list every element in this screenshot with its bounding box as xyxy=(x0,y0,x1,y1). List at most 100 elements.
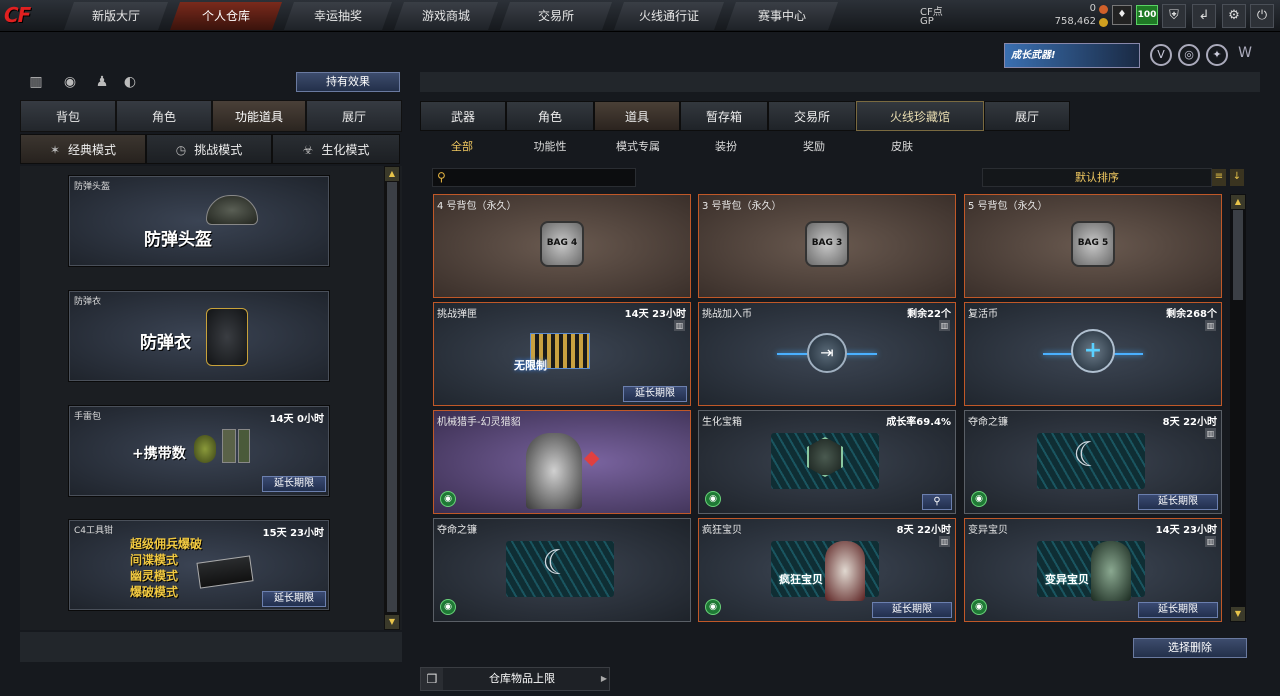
item-card[interactable]: 生化宝箱 成长率69.4% ◉ ⚲ xyxy=(698,410,956,514)
scrollbar-thumb[interactable] xyxy=(1233,210,1243,300)
extend-button[interactable]: 延长期限 xyxy=(1138,602,1218,618)
eye-toggle-icon[interactable]: ◉ xyxy=(440,599,456,615)
item-card[interactable]: 3 号背包（永久） BAG 3 xyxy=(698,194,956,298)
nav-tab-warehouse[interactable]: 个人仓库 xyxy=(170,2,282,30)
trash-icon[interactable]: ▥ xyxy=(939,320,950,331)
item-card-c4-pliers[interactable]: C4工具钳 15天 23小时 超级佣兵爆破 间谍模式 幽灵模式 爆破模式 延长期… xyxy=(69,520,329,610)
growth-weapon-banner[interactable]: 成长武器! xyxy=(1004,43,1140,68)
nav-tab-exchange[interactable]: 交易所 xyxy=(500,2,612,30)
gear-icon[interactable]: ⚙ xyxy=(1222,4,1246,28)
scroll-down-icon[interactable]: ▼ xyxy=(385,615,399,629)
item-card[interactable]: 变异宝贝 14天 23小时 ▥ 变异宝贝 ◉ 延长期限 xyxy=(964,518,1222,622)
right-tab-storage[interactable]: 暂存箱 xyxy=(680,101,768,131)
select-delete-button[interactable]: 选择删除 xyxy=(1133,638,1247,658)
item-card[interactable]: 挑战弹匣 14天 23小时 ▥ 无限制 延长期限 xyxy=(433,302,691,406)
nav-tab-shop[interactable]: 游戏商城 xyxy=(394,2,498,30)
rank-icon[interactable]: ♦ xyxy=(1112,5,1132,25)
stats-icon[interactable]: ▥ xyxy=(26,72,46,92)
nav-tab-lobby[interactable]: 新版大厅 xyxy=(64,2,168,30)
item-card[interactable]: 5 号背包（永久） BAG 5 xyxy=(964,194,1222,298)
trash-icon[interactable]: ▥ xyxy=(939,536,950,547)
subtab-all[interactable]: 全部 xyxy=(436,138,488,156)
magnify-button[interactable]: ⚲ xyxy=(922,494,952,510)
power-icon[interactable]: ⏻ xyxy=(1250,4,1274,28)
mode-tab-challenge[interactable]: ◷ 挑战模式 xyxy=(146,134,272,164)
scroll-down-icon[interactable]: ▼ xyxy=(1231,607,1245,621)
back-icon[interactable]: ↲ xyxy=(1192,4,1216,28)
item-card[interactable]: 疯狂宝贝 8天 22小时 ▥ 疯狂宝贝 ◉ 延长期限 xyxy=(698,518,956,622)
item-title: 防弹衣 xyxy=(140,333,191,353)
held-effects-button[interactable]: 持有效果 xyxy=(296,72,400,92)
eye-toggle-icon[interactable]: ◉ xyxy=(440,491,456,507)
extend-button[interactable]: 延长期限 xyxy=(623,386,687,402)
right-tab-weapons[interactable]: 武器 xyxy=(420,101,506,131)
subtab-mode-exclusive[interactable]: 模式专属 xyxy=(606,138,670,156)
trash-icon[interactable]: ▥ xyxy=(674,320,685,331)
trash-icon[interactable]: ▥ xyxy=(1205,320,1216,331)
item-card[interactable]: 夺命之镰 8天 22小时 ▥ ☾ ◉ 延长期限 xyxy=(964,410,1222,514)
item-card-grenade-pack[interactable]: 手雷包 14天 0小时 +携带数 延长期限 xyxy=(69,406,329,496)
scroll-up-icon[interactable]: ▲ xyxy=(385,167,399,181)
right-tab-hall[interactable]: 展厅 xyxy=(984,101,1070,131)
item-card[interactable]: 夺命之镰 ☾ ◉ xyxy=(433,518,691,622)
eye-icon[interactable]: ◉ xyxy=(60,72,80,92)
nav-tab-pass[interactable]: 火线通行证 xyxy=(614,2,724,30)
card-time: 8天 22小时 xyxy=(1162,417,1217,428)
mode-tab-zombie[interactable]: ☣ 生化模式 xyxy=(272,134,400,164)
shield-icon[interactable]: ⛨ xyxy=(1162,4,1186,28)
left-tab-backpack[interactable]: 背包 xyxy=(20,100,116,132)
right-scrollbar[interactable]: ▲ ▼ xyxy=(1230,194,1246,622)
right-tab-collection[interactable]: 火线珍藏馆 xyxy=(856,101,984,131)
item-card[interactable]: 机械猎手-幻灵猎貂 ◆ ◉ xyxy=(433,410,691,514)
item-card[interactable]: 4 号背包（永久） BAG 4 xyxy=(433,194,691,298)
nav-tab-events[interactable]: 赛事中心 xyxy=(726,2,838,30)
item-card[interactable]: 挑战加入币 剩余22个 ▥ ⇥ xyxy=(698,302,956,406)
left-tab-function-items[interactable]: 功能道具 xyxy=(212,100,306,132)
eye-toggle-icon[interactable]: ◉ xyxy=(971,491,987,507)
mode-tab-classic[interactable]: ✶ 经典模式 xyxy=(20,134,146,164)
item-name: 防弹衣 xyxy=(74,297,102,307)
sword-icon[interactable]: ✦ xyxy=(1206,44,1228,66)
warehouse-capacity-bar[interactable]: ❒ 仓库物品上限 ▶ xyxy=(420,667,610,691)
right-tab-exchange[interactable]: 交易所 xyxy=(768,101,856,131)
subtab-rewards[interactable]: 奖励 xyxy=(788,138,840,156)
sort-order-icon[interactable]: ↓ xyxy=(1230,169,1244,186)
eye-toggle-icon[interactable]: ◉ xyxy=(705,599,721,615)
w-logo-icon[interactable]: W xyxy=(1234,44,1256,66)
sort-dropdown[interactable]: 默认排序 xyxy=(982,168,1212,187)
item-card-armor[interactable]: 防弹衣 防弹衣 xyxy=(69,291,329,381)
currency-panel: CF点 0 GP 758,462 xyxy=(918,2,1110,30)
classic-mode-icon: ✶ xyxy=(49,143,61,157)
subtab-costume[interactable]: 装扮 xyxy=(700,138,752,156)
trash-icon[interactable]: ▥ xyxy=(1205,536,1216,547)
layers-icon: ❒ xyxy=(421,668,443,690)
search-input[interactable]: ⚲ xyxy=(432,168,636,187)
globe-icon[interactable]: ◎ xyxy=(1178,44,1200,66)
trash-icon[interactable]: ▥ xyxy=(1205,428,1216,439)
nav-tab-lottery[interactable]: 幸运抽奖 xyxy=(284,2,392,30)
right-tab-items[interactable]: 道具 xyxy=(594,101,680,131)
right-tab-character[interactable]: 角色 xyxy=(506,101,594,131)
eye-toggle-icon[interactable]: ◉ xyxy=(971,599,987,615)
item-card[interactable]: 复活币 剩余268个 ▥ + xyxy=(964,302,1222,406)
list-view-icon[interactable]: ≡ xyxy=(1212,169,1226,186)
scrollbar-thumb[interactable] xyxy=(387,182,397,612)
subtab-skins[interactable]: 皮肤 xyxy=(876,138,928,156)
left-tab-character[interactable]: 角色 xyxy=(116,100,212,132)
item-card-helmet[interactable]: 防弹头盔 防弹头盔 xyxy=(69,176,329,266)
card-time: 8天 22小时 xyxy=(896,525,951,536)
left-scrollbar[interactable]: ▲ ▼ xyxy=(384,166,400,630)
character-icon[interactable]: ♟ xyxy=(92,72,112,92)
mouse-icon[interactable]: ◐ xyxy=(120,72,140,92)
scroll-up-icon[interactable]: ▲ xyxy=(1231,195,1245,209)
extend-button[interactable]: 延长期限 xyxy=(872,602,952,618)
left-tab-hall[interactable]: 展厅 xyxy=(306,100,402,132)
subtab-functional[interactable]: 功能性 xyxy=(520,138,580,156)
extend-button[interactable]: 延长期限 xyxy=(262,591,326,607)
grenade-icon xyxy=(194,435,216,463)
eye-toggle-icon[interactable]: ◉ xyxy=(705,491,721,507)
scythe-icon: ☾ xyxy=(542,543,573,583)
extend-button[interactable]: 延长期限 xyxy=(1138,494,1218,510)
v-badge-icon[interactable]: V xyxy=(1150,44,1172,66)
extend-button[interactable]: 延长期限 xyxy=(262,476,326,492)
